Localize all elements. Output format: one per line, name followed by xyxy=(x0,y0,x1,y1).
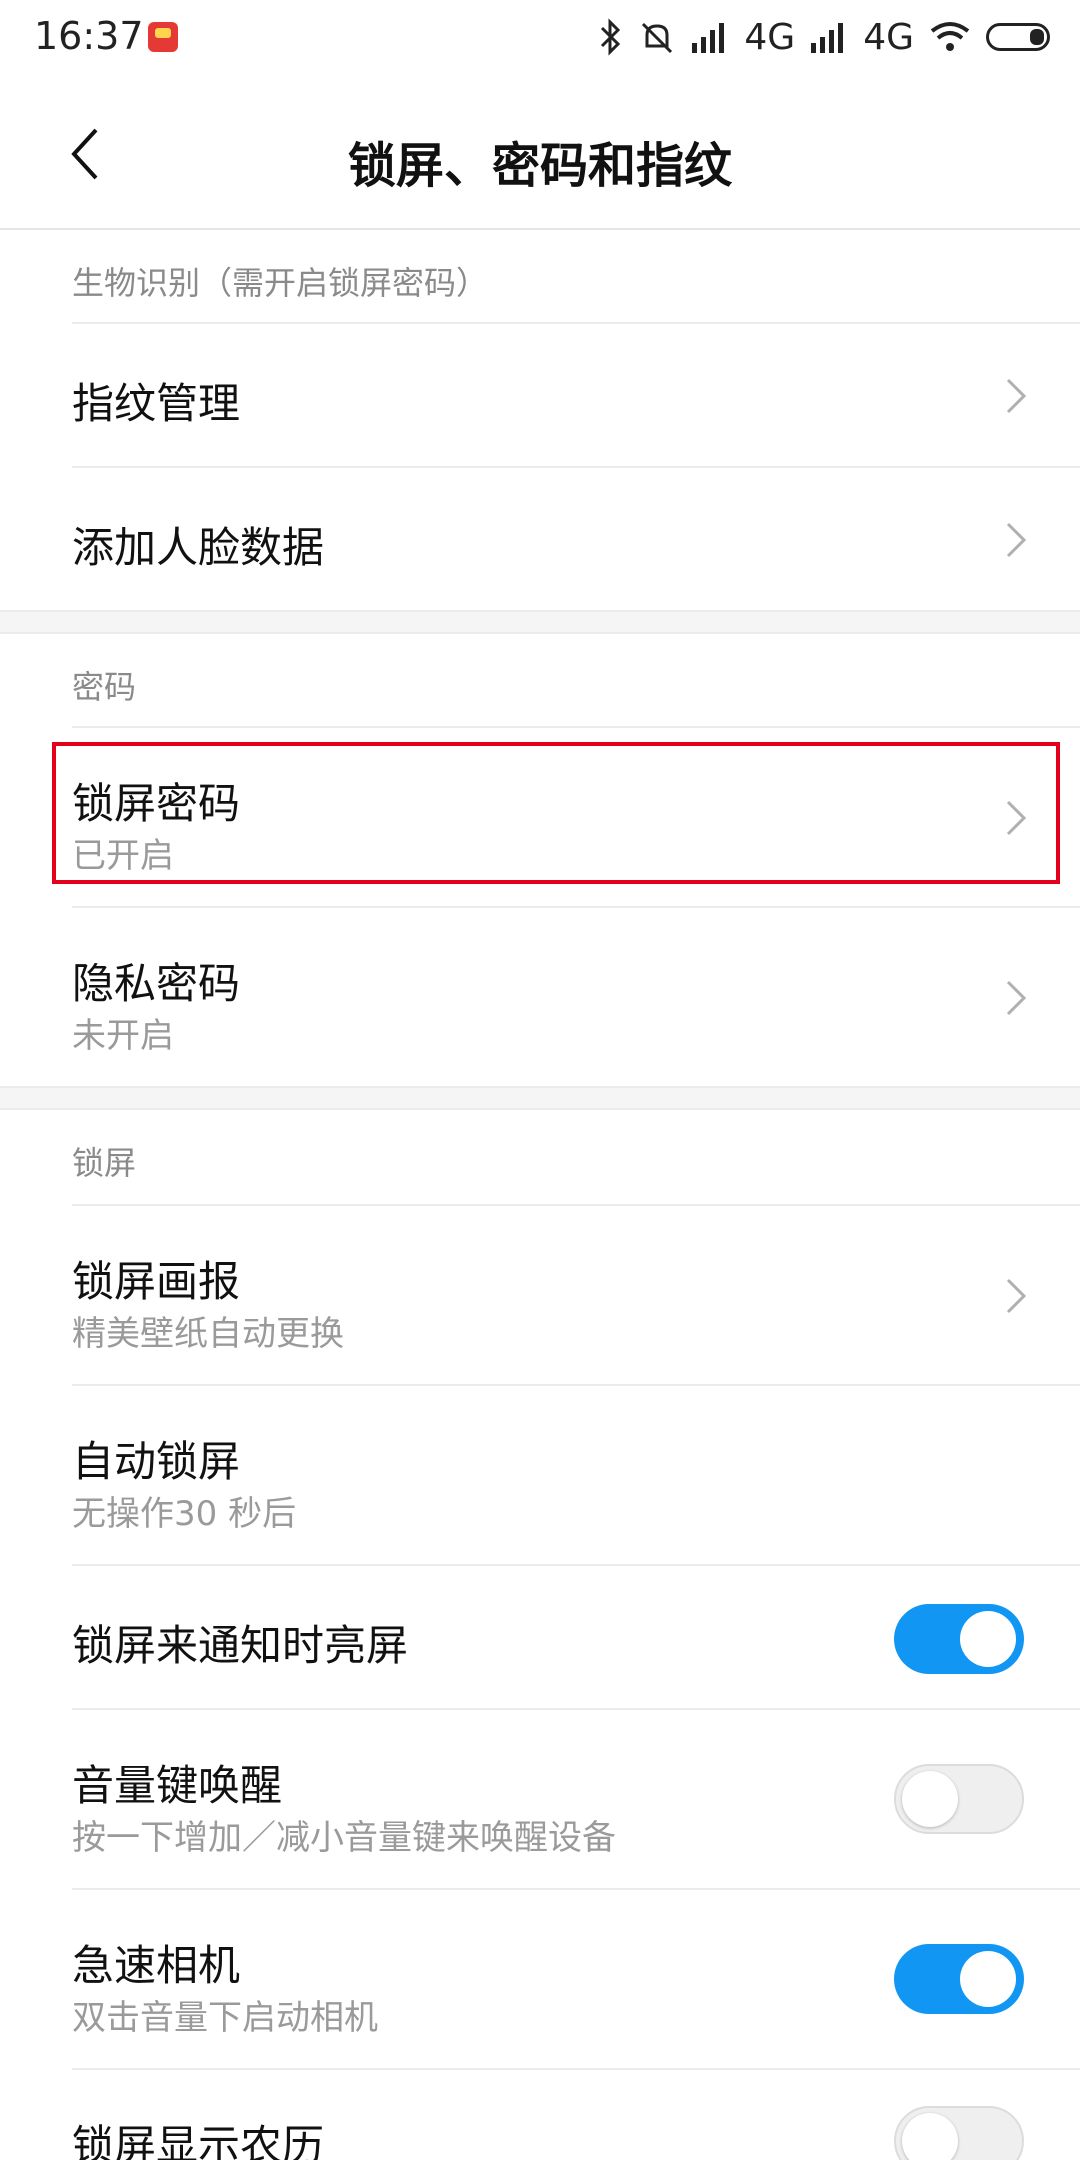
mute-bell-icon xyxy=(638,18,676,56)
privacy-password-item[interactable]: 隐私密码 未开启 xyxy=(0,906,1080,1086)
quick-camera-desc: 双击音量下启动相机 xyxy=(72,1998,378,2038)
volume-key-wake-item: 音量键唤醒 按一下增加／减小音量键来唤醒设备 xyxy=(0,1708,1080,1888)
add-face-data-item[interactable]: 添加人脸数据 xyxy=(0,466,1080,610)
wifi-icon xyxy=(928,19,972,55)
signal-icon-1 xyxy=(690,19,730,55)
add-face-data-label: 添加人脸数据 xyxy=(72,523,325,572)
lock-screen-pictorial-label: 锁屏画报 xyxy=(72,1257,241,1306)
lunar-calendar-item: 锁屏显示农历 xyxy=(0,2068,1080,2160)
auto-lock-label: 自动锁屏 xyxy=(72,1437,241,1486)
chevron-right-icon xyxy=(1006,980,1027,1016)
section-header-biometric: 生物识别（需开启锁屏密码） xyxy=(72,264,489,302)
section-header-lockscreen: 锁屏 xyxy=(72,1144,137,1182)
lock-screen-pictorial-desc: 精美壁纸自动更换 xyxy=(72,1314,344,1354)
lunar-calendar-label: 锁屏显示农历 xyxy=(72,2121,325,2160)
network-type-2: 4G xyxy=(863,16,914,58)
signal-icon-2 xyxy=(809,19,849,55)
fingerprint-management-label: 指纹管理 xyxy=(72,379,241,428)
notify-wake-screen-label: 锁屏来通知时亮屏 xyxy=(72,1621,409,1670)
quick-camera-label: 急速相机 xyxy=(72,1941,241,1990)
quick-camera-item: 急速相机 双击音量下启动相机 xyxy=(0,1888,1080,2068)
status-time: 16:37 xyxy=(34,14,144,58)
privacy-password-label: 隐私密码 xyxy=(72,959,241,1008)
lock-screen-pictorial-item[interactable]: 锁屏画报 精美壁纸自动更换 xyxy=(0,1204,1080,1384)
privacy-password-status: 未开启 xyxy=(72,1016,174,1056)
network-type-1: 4G xyxy=(744,16,796,58)
section-divider xyxy=(0,610,1080,634)
volume-key-wake-desc: 按一下增加／减小音量键来唤醒设备 xyxy=(72,1818,616,1858)
lunar-calendar-toggle[interactable] xyxy=(894,2106,1024,2160)
page-title: 锁屏、密码和指纹 xyxy=(347,138,732,194)
notify-wake-screen-toggle[interactable] xyxy=(894,1604,1024,1674)
section-divider xyxy=(0,1086,1080,1110)
battery-icon xyxy=(986,23,1050,51)
chevron-right-icon xyxy=(1006,378,1027,414)
auto-lock-item[interactable]: 自动锁屏 无操作30 秒后 xyxy=(0,1384,1080,1564)
chevron-right-icon xyxy=(1006,1278,1027,1314)
volume-key-wake-label: 音量键唤醒 xyxy=(72,1761,283,1810)
volume-key-wake-toggle[interactable] xyxy=(894,1764,1024,1834)
app-notification-icon xyxy=(148,22,178,52)
fingerprint-management-item[interactable]: 指纹管理 xyxy=(0,322,1080,466)
quick-camera-toggle[interactable] xyxy=(894,1944,1024,2014)
title-bar: 锁屏、密码和指纹 xyxy=(0,76,1080,230)
notify-wake-screen-item: 锁屏来通知时亮屏 xyxy=(0,1564,1080,1708)
highlight-box xyxy=(52,742,1060,884)
bluetooth-icon xyxy=(598,18,624,56)
status-bar: 16:37 4G 4G xyxy=(0,0,1080,76)
auto-lock-value: 无操作30 秒后 xyxy=(72,1494,297,1534)
status-icons: 4G 4G xyxy=(598,14,1050,60)
section-header-password: 密码 xyxy=(72,668,137,706)
chevron-right-icon xyxy=(1006,522,1027,558)
